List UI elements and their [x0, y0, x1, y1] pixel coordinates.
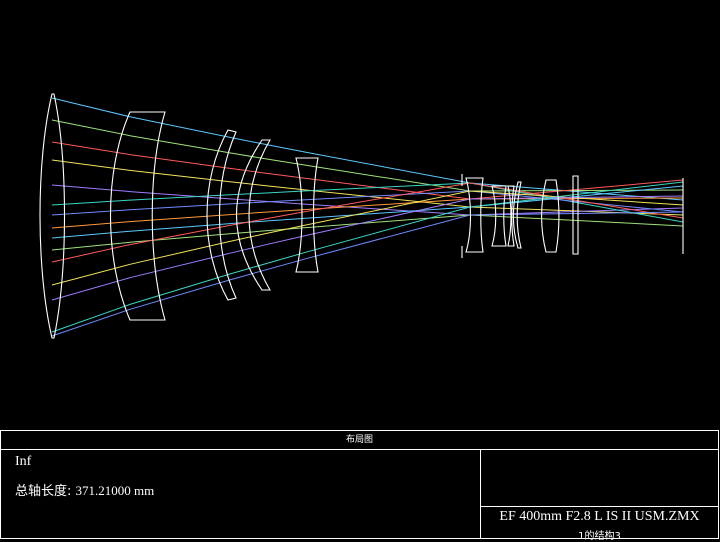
info-panel: 布局图 Inf 总轴长度: 371.21000 mm EF 400mm F2.8…	[0, 430, 719, 542]
lens-element-2	[110, 111, 166, 321]
ray-5	[51, 184, 684, 216]
total-length: 总轴长度: 371.21000 mm	[15, 480, 154, 499]
lens-element-11	[572, 175, 579, 255]
panel-title: 布局图	[1, 431, 718, 450]
ray-bundles	[51, 97, 684, 337]
right-divider	[481, 506, 718, 507]
field-label: Inf	[15, 454, 32, 469]
total-length-value: 371.21000 mm	[75, 483, 155, 498]
panel-right: EF 400mm F2.8 L IS II USM.ZMX 1的结构3	[481, 450, 718, 542]
lens-element-1	[39, 93, 66, 339]
ray-2	[51, 119, 684, 192]
ray-1	[51, 97, 684, 201]
panel-left: Inf 总轴长度: 371.21000 mm	[1, 450, 481, 538]
total-length-label: 总轴长度:	[15, 484, 72, 499]
lens-element-5	[295, 157, 319, 273]
lens-elements	[39, 93, 684, 339]
file-name: EF 400mm F2.8 L IS II USM.ZMX	[499, 509, 700, 524]
lens-layout-diagram	[39, 93, 684, 339]
